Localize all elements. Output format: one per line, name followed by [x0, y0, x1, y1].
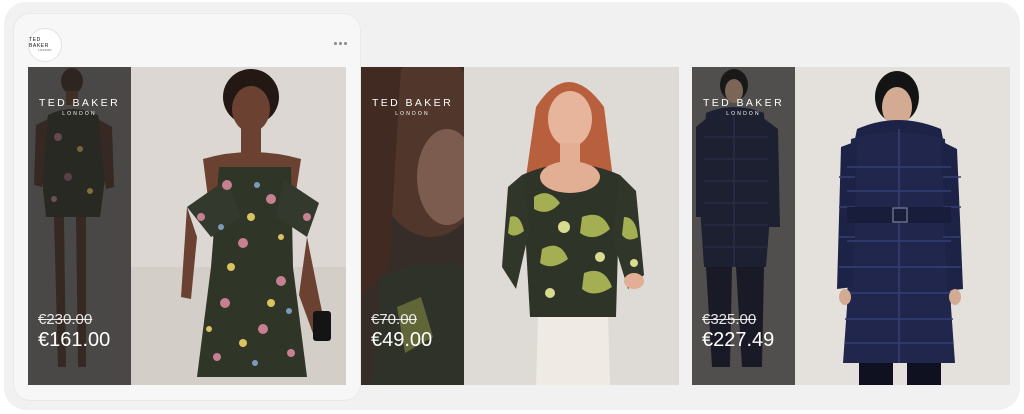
logo-line1: TED BAKER: [29, 37, 49, 49]
original-price: €325.00: [702, 311, 757, 328]
product-image-main: [464, 67, 679, 385]
product-card-2[interactable]: TED BAKER LONDON €70.00 €49.00: [361, 67, 679, 385]
original-price: €230.00: [38, 311, 93, 328]
sale-price: €227.49: [702, 329, 775, 351]
sale-price: €49.00: [371, 329, 433, 351]
brand-wordmark: TED BAKER LONDON: [702, 97, 785, 117]
ellipsis-icon[interactable]: [330, 36, 350, 50]
brand-logo-avatar[interactable]: TED BAKER LONDON: [28, 28, 62, 62]
product-card-1[interactable]: TED BAKER LONDON €230.00 €161.00: [28, 67, 346, 385]
logo-line2: LONDON: [38, 49, 52, 52]
product-card-3[interactable]: TED BAKER LONDON €325.00 €227.49: [692, 67, 1010, 385]
screenshot-stage: TED BAKER LONDON TED BAKER LONDON €230.0…: [0, 0, 1024, 414]
brand-wordmark: TED BAKER LONDON: [38, 97, 121, 117]
product-image-main: [795, 67, 1010, 385]
sale-price: €161.00: [38, 329, 111, 351]
product-image-main: [131, 67, 346, 385]
brand-wordmark: TED BAKER LONDON: [371, 97, 454, 117]
original-price: €70.00: [371, 311, 417, 328]
